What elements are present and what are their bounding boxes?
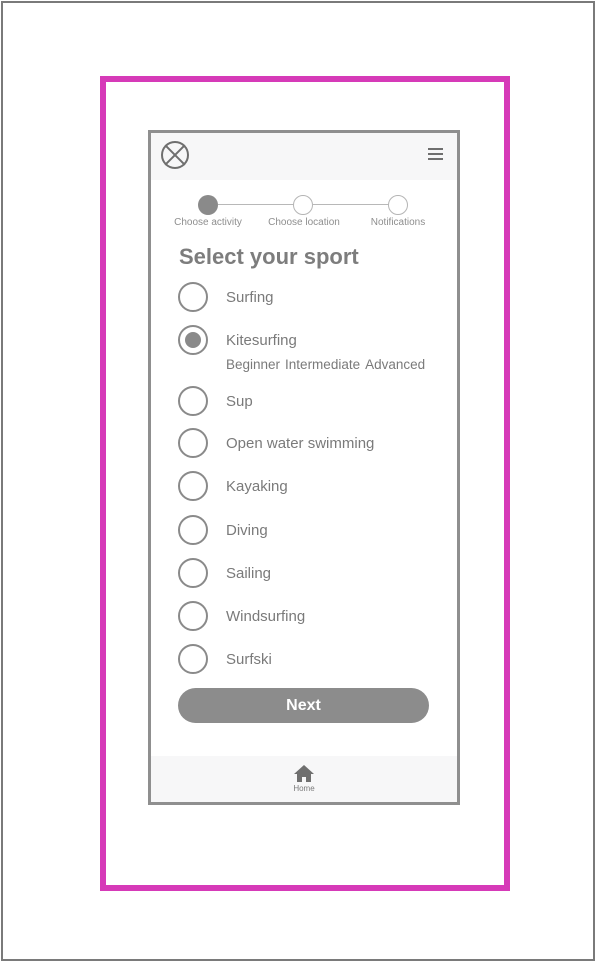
sport-option-surfski[interactable]: Surfski [178, 644, 448, 678]
option-label: Surfing [226, 289, 274, 306]
level-intermediate[interactable]: Intermediate [285, 357, 360, 372]
close-icon[interactable] [161, 141, 189, 169]
radio-button[interactable] [178, 558, 208, 588]
sport-option-kitesurfing[interactable]: Kitesurfing [178, 325, 448, 359]
next-button[interactable]: Next [178, 688, 429, 723]
bottom-nav: Home [151, 756, 457, 802]
option-label: Kitesurfing [226, 332, 297, 349]
option-label: Open water swimming [226, 435, 375, 452]
sport-option-surfing[interactable]: Surfing [178, 282, 448, 316]
radio-button[interactable] [178, 601, 208, 631]
nav-item-home[interactable]: Home [284, 764, 324, 793]
option-label: Kayaking [226, 478, 288, 495]
hamburger-menu-icon[interactable] [428, 148, 443, 160]
sport-option-diving[interactable]: Diving [178, 515, 448, 549]
step-label-choose-location: Choose location [268, 217, 340, 228]
step-dot-choose-activity[interactable] [198, 195, 218, 215]
sport-option-open-water-swimming[interactable]: Open water swimming [178, 428, 448, 462]
radio-button[interactable] [178, 644, 208, 674]
option-label: Windsurfing [226, 608, 306, 625]
level-beginner[interactable]: Beginner [226, 357, 280, 372]
page-title: Select your sport [179, 244, 359, 269]
step-label-notifications: Notifications [370, 217, 426, 228]
option-label: Surfski [226, 651, 272, 668]
nav-label-home: Home [293, 784, 315, 793]
step-label-choose-activity: Choose activity [174, 217, 242, 228]
step-connector [313, 204, 393, 205]
step-connector [218, 204, 298, 205]
step-dot-notifications[interactable] [388, 195, 408, 215]
level-advanced[interactable]: Advanced [365, 357, 425, 372]
radio-button[interactable] [178, 471, 208, 501]
option-label: Sailing [226, 565, 272, 582]
home-icon [294, 765, 314, 782]
skill-level-options: Beginner Intermediate Advanced [226, 357, 430, 372]
progress-stepper: Choose activity Choose location Notifica… [151, 195, 457, 235]
sport-option-kayaking[interactable]: Kayaking [178, 471, 448, 505]
sport-option-sailing[interactable]: Sailing [178, 558, 448, 592]
radio-button[interactable] [178, 515, 208, 545]
sport-option-sup[interactable]: Sup [178, 386, 448, 420]
option-label: Sup [226, 393, 253, 410]
step-dot-choose-location[interactable] [293, 195, 313, 215]
radio-button[interactable] [178, 386, 208, 416]
radio-button[interactable] [178, 428, 208, 458]
radio-button-selected[interactable] [178, 325, 208, 355]
sport-option-windsurfing[interactable]: Windsurfing [178, 601, 448, 635]
phone-screen: Choose activity Choose location Notifica… [148, 130, 460, 805]
top-bar [151, 133, 457, 180]
radio-button[interactable] [178, 282, 208, 312]
option-label: Diving [226, 522, 268, 539]
